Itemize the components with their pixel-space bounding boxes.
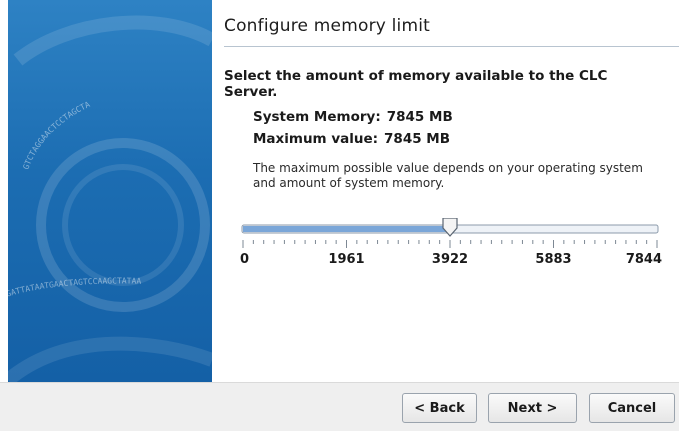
subtitle: Select the amount of memory available to… [224, 68, 608, 100]
system-memory-row: System Memory: 7845 MB [253, 109, 453, 125]
max-value-row: Maximum value: 7845 MB [253, 131, 450, 147]
window-edge [0, 0, 8, 382]
page-title: Configure memory limit [224, 16, 431, 36]
system-memory-label: System Memory: [253, 109, 381, 125]
system-memory-value: 7845 MB [386, 109, 453, 125]
title-divider [224, 46, 679, 47]
main-content: Configure memory limit Select the amount… [212, 0, 679, 382]
slider-fill [243, 226, 450, 232]
cancel-button[interactable]: Cancel [589, 393, 675, 423]
dna-decoration: GTCTAGGAACTCCTAGCTA CCGATTATAATGAACTAGTC… [8, 15, 212, 382]
back-button[interactable]: < Back [402, 393, 477, 423]
button-bar [0, 382, 679, 431]
memory-note: The maximum possible value depends on yo… [253, 161, 643, 190]
slider-tick-label: 3922 [432, 252, 468, 267]
slider-tick-label: 7844 [626, 252, 662, 267]
slider-tick-labels: 0 1961 3922 5883 7844 [240, 252, 662, 267]
memory-slider[interactable]: 0 1961 3922 5883 7844 [240, 218, 679, 278]
slider-tick-label: 0 [240, 252, 249, 267]
max-value-label: Maximum value: [253, 131, 379, 147]
slider-tick-label: 1961 [328, 252, 364, 267]
side-banner: GTCTAGGAACTCCTAGCTA CCGATTATAATGAACTAGTC… [8, 0, 212, 382]
slider-tick-label: 5883 [535, 252, 571, 267]
slider-ticks [242, 240, 658, 248]
next-button[interactable]: Next > [488, 393, 577, 423]
max-value-value: 7845 MB [384, 131, 451, 147]
